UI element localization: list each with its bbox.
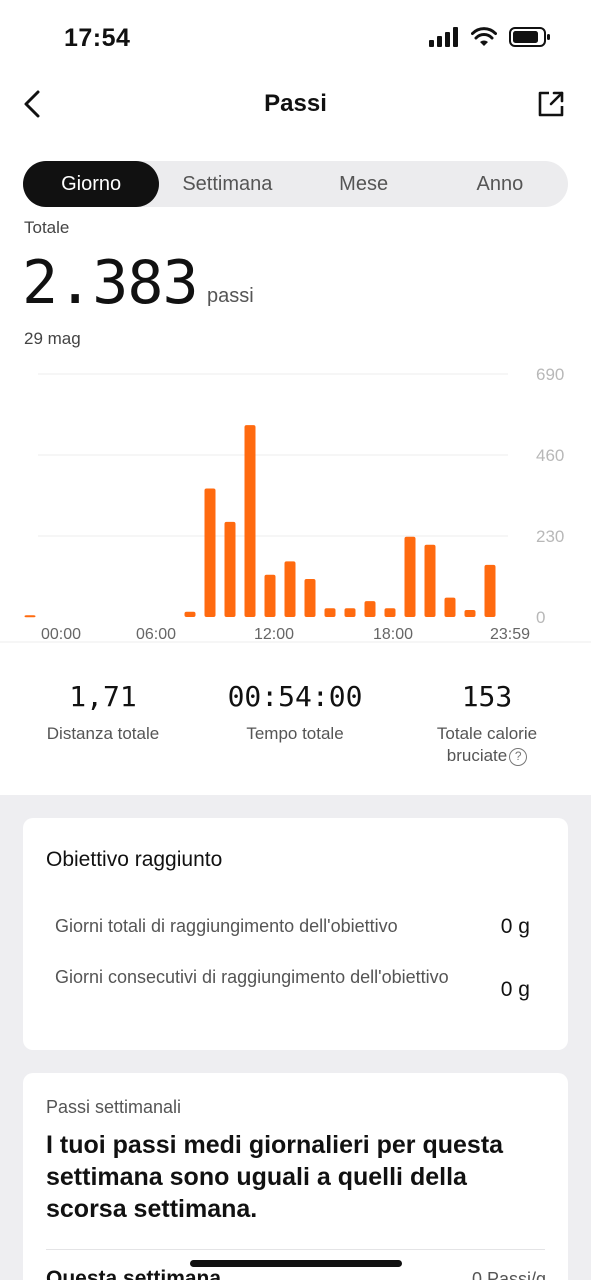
goal-row-value: 0 g — [500, 978, 530, 1001]
cellular-signal-icon — [429, 27, 458, 47]
tab-settimana[interactable]: Settimana — [159, 161, 295, 207]
weekly-steps-card[interactable]: Passi settimanali I tuoi passi medi gior… — [23, 1073, 568, 1280]
battery-icon — [509, 27, 550, 47]
x-tick-label: 12:00 — [254, 626, 294, 643]
bar-hour-21 — [444, 597, 456, 617]
bar-hour-9 — [204, 488, 216, 617]
tab-mese[interactable]: Mese — [296, 161, 432, 207]
distance-label: Distanza totale — [46, 724, 160, 743]
y-tick-label: 690 — [536, 365, 564, 384]
period-segmented-control: Giorno Settimana Mese Anno — [23, 161, 568, 207]
y-tick-label: 0 — [536, 608, 545, 627]
status-time: 17:54 — [64, 24, 131, 52]
goal-card-title: Obiettivo raggiunto — [46, 848, 223, 871]
bar-hour-23 — [484, 564, 496, 617]
bar-hour-0 — [24, 615, 36, 618]
bar-hour-20 — [424, 544, 436, 617]
share-icon[interactable] — [535, 88, 567, 120]
metric-calories: 153 Totale calorie bruciate? — [407, 680, 567, 767]
bar-hour-16 — [344, 608, 356, 617]
bar-hour-15 — [324, 608, 336, 617]
metrics-row: 1,71 Distanza totale 00:54:00 Tempo tota… — [0, 680, 591, 790]
x-tick-label: 23:59 — [490, 626, 530, 643]
date-label: 29 mag — [24, 329, 81, 348]
page-title: Passi — [264, 90, 327, 117]
total-steps-unit: passi — [207, 285, 254, 307]
bar-hour-18 — [384, 608, 396, 617]
info-icon[interactable]: ? — [509, 748, 528, 766]
hourly-steps-chart[interactable]: 690 460 230 0 00:00 06:00 12:00 18:00 23:59 — [0, 360, 591, 650]
home-indicator — [190, 1260, 402, 1267]
bar-hour-10 — [224, 521, 236, 617]
bar-hour-17 — [364, 601, 376, 617]
calories-label-line2: bruciate — [446, 746, 508, 765]
tab-anno[interactable]: Anno — [432, 161, 568, 207]
x-tick-label: 18:00 — [373, 626, 413, 643]
y-tick-label: 230 — [536, 527, 564, 546]
bar-hour-11 — [244, 425, 256, 617]
time-value: 00:54:00 — [227, 680, 363, 713]
distance-value: 1,71 — [69, 680, 137, 713]
weekly-card-title: Passi settimanali — [46, 1097, 182, 1117]
metric-distance: 1,71 Distanza totale — [23, 680, 183, 745]
calories-label: Totale calorie bruciate? — [407, 723, 567, 767]
bar-hour-14 — [304, 578, 316, 617]
bar-hour-13 — [284, 561, 296, 617]
weekly-card-message: I tuoi passi medi giornalieri per questa… — [46, 1131, 504, 1223]
time-label: Tempo totale — [246, 724, 344, 743]
x-tick-label: 00:00 — [41, 626, 81, 643]
x-tick-label: 06:00 — [136, 626, 176, 643]
total-steps-value: 2.383 — [22, 248, 199, 318]
calories-value: 153 — [461, 680, 513, 713]
wifi-icon — [471, 27, 497, 46]
status-bar: 17:54 — [0, 0, 591, 72]
goal-row-total: Giorni totali di raggiungimento dell'obi… — [55, 914, 530, 939]
divider — [46, 1249, 545, 1250]
goal-row-label: Giorni consecutivi di raggiungimento del… — [55, 967, 449, 987]
bar-hour-19 — [404, 536, 416, 617]
status-icons — [429, 27, 551, 47]
goal-row-consecutive: Giorni consecutivi di raggiungimento del… — [55, 965, 530, 1001]
tab-giorno[interactable]: Giorno — [23, 161, 160, 207]
nav-bar: Passi — [0, 80, 591, 130]
calories-label-line1: Totale calorie — [436, 724, 538, 743]
bar-hour-12 — [264, 574, 276, 617]
y-tick-label: 460 — [536, 446, 564, 465]
goal-card: Obiettivo raggiunto Giorni totali di rag… — [23, 818, 568, 1050]
steps-bar-chart[interactable]: 690 460 230 0 00:00 06:00 12:00 18:00 23:59 — [0, 360, 591, 650]
total-label: Totale — [24, 218, 70, 237]
goal-row-label: Giorni totali di raggiungimento dell'obi… — [55, 916, 398, 936]
bar-hour-8 — [184, 611, 196, 617]
this-week-value: 0 Passi/g — [471, 1269, 546, 1280]
this-week-label: Questa settimana — [46, 1267, 222, 1280]
bar-hour-22 — [464, 609, 476, 617]
goal-row-value: 0 g — [500, 915, 530, 938]
metric-time: 00:54:00 Tempo totale — [205, 680, 385, 745]
